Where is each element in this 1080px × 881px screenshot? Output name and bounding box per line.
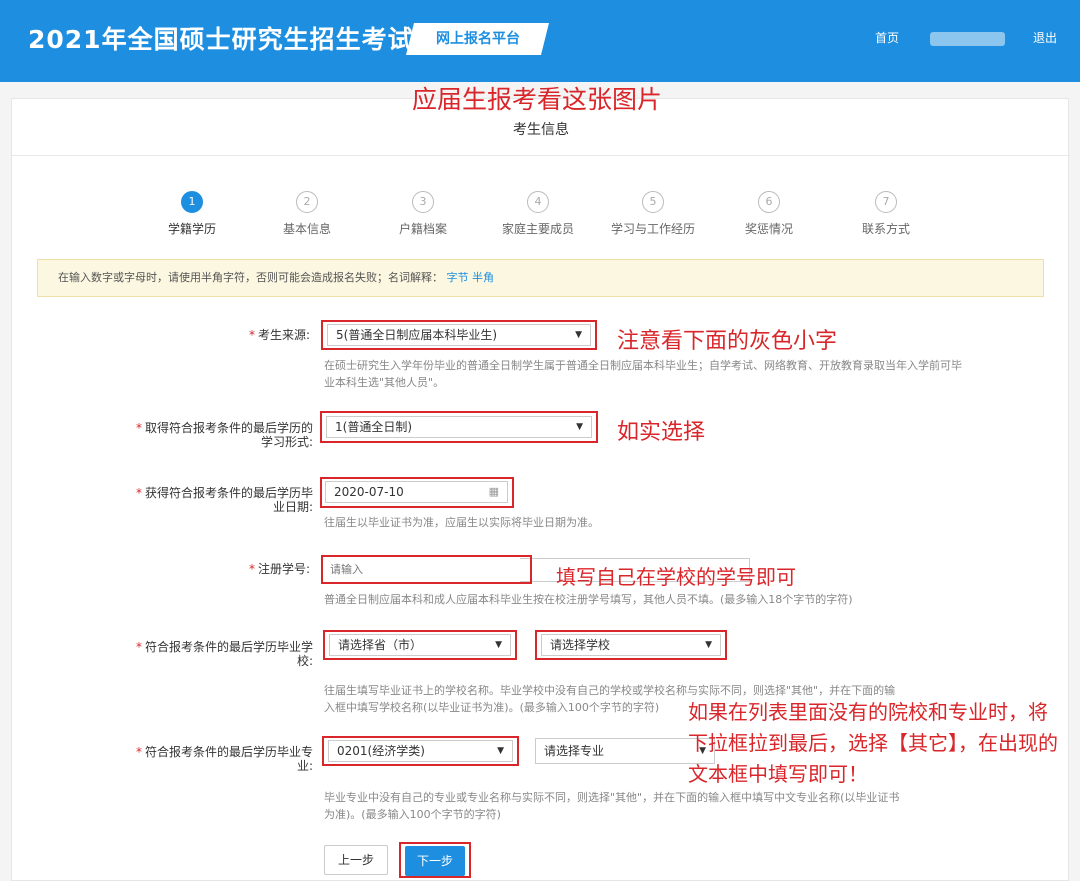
logout-link[interactable]: 退出 bbox=[1033, 29, 1057, 46]
step-number: 3 bbox=[412, 191, 434, 213]
school-select[interactable]: 请选择学校 ▼ bbox=[541, 634, 721, 656]
student-id-hint: 普通全日制应届本科和成人应届本科毕业生按在校注册学号填写，其他人员不填。(最多输… bbox=[324, 593, 853, 606]
notice-bar: 在输入数字或字母时，请使用半角字符，否则可能会造成报名失败；名词解释： 字节 半… bbox=[37, 259, 1044, 297]
major-hint: 毕业专业中没有自己的专业或专业名称与实际不同，则选择"其他"，并在下面的输入框中… bbox=[324, 791, 900, 821]
step-1[interactable]: 1 学籍学历 bbox=[142, 191, 242, 237]
chevron-down-icon: ▼ bbox=[576, 422, 583, 432]
step-number: 1 bbox=[181, 191, 203, 213]
school-label: * 符合报考条件的最后学历毕业学 校: bbox=[135, 640, 313, 668]
grad-date-hint: 往届生以毕业证书为准，应届生以实际将毕业日期为准。 bbox=[324, 516, 599, 529]
study-form-select[interactable]: 1(普通全日制) ▼ bbox=[326, 416, 592, 438]
platform-badge: 网上报名平台 bbox=[406, 23, 549, 55]
chevron-down-icon: ▼ bbox=[497, 746, 504, 756]
chevron-down-icon: ▼ bbox=[705, 640, 712, 650]
halfwidth-link[interactable]: 半角 bbox=[472, 271, 494, 284]
province-select[interactable]: 请选择省（市） ▼ bbox=[329, 634, 511, 656]
step-number: 2 bbox=[296, 191, 318, 213]
next-step-button[interactable]: 下一步 bbox=[405, 846, 465, 876]
card-divider bbox=[12, 155, 1070, 156]
step-2[interactable]: 2 基本信息 bbox=[257, 191, 357, 237]
site-title: 2021年全国硕士研究生招生考试 bbox=[28, 25, 414, 54]
byte-link[interactable]: 字节 bbox=[447, 271, 469, 284]
step-label: 户籍档案 bbox=[398, 222, 447, 236]
prev-step-button[interactable]: 上一步 bbox=[324, 845, 388, 875]
step-number: 7 bbox=[875, 191, 897, 213]
top-navbar: 2021年全国硕士研究生招生考试 网上报名平台 首页 退出 bbox=[0, 0, 1080, 82]
platform-label: 网上报名平台 bbox=[435, 31, 520, 47]
student-id-label: * 注册学号: bbox=[248, 562, 310, 576]
step-number: 4 bbox=[527, 191, 549, 213]
study-form-label: * 取得符合报考条件的最后学历的 学习形式: bbox=[135, 421, 313, 449]
step-label: 奖惩情况 bbox=[744, 222, 793, 236]
notice-text: 在输入数字或字母时，请使用半角字符，否则可能会造成报名失败；名词解释： bbox=[58, 271, 443, 284]
source-select[interactable]: 5(普通全日制应届本科毕业生) ▼ bbox=[327, 324, 591, 346]
major-category-select[interactable]: 0201(经济学类) ▼ bbox=[328, 740, 513, 762]
step-7[interactable]: 7 联系方式 bbox=[836, 191, 936, 237]
step-6[interactable]: 6 奖惩情况 bbox=[719, 191, 819, 237]
step-number: 5 bbox=[642, 191, 664, 213]
annotation-school-major: 如果在列表里面没有的院校和专业时，将下拉框拉到最后，选择【其它】，在出现的文本框… bbox=[688, 700, 1058, 786]
step-3[interactable]: 3 户籍档案 bbox=[373, 191, 473, 237]
chevron-down-icon: ▼ bbox=[495, 640, 502, 650]
grad-date-input[interactable]: 2020-07-10 ▦ bbox=[325, 481, 508, 503]
step-number: 6 bbox=[758, 191, 780, 213]
step-label: 联系方式 bbox=[861, 222, 910, 236]
step-label: 学习与工作经历 bbox=[610, 222, 695, 236]
chevron-down-icon: ▼ bbox=[575, 330, 582, 340]
calendar-icon: ▦ bbox=[488, 485, 499, 498]
major-label: * 符合报考条件的最后学历毕业专 业: bbox=[135, 745, 313, 773]
home-link[interactable]: 首页 bbox=[875, 29, 899, 46]
card-title: 考生信息 bbox=[513, 122, 569, 138]
source-hint: 在硕士研究生入学年份毕业的普通全日制学生属于普通全日制应届本科毕业生；自学考试、… bbox=[324, 359, 962, 389]
step-label: 学籍学历 bbox=[167, 222, 216, 236]
step-5[interactable]: 5 学习与工作经历 bbox=[603, 191, 703, 237]
user-name-redacted bbox=[930, 32, 1005, 46]
annotation-student-id: 填写自己在学校的学号即可 bbox=[556, 565, 796, 589]
source-label: * 考生来源: bbox=[248, 328, 310, 342]
step-label: 基本信息 bbox=[282, 222, 331, 236]
annotation-top: 应届生报考看这张图片 bbox=[412, 85, 663, 114]
grad-date-label: * 获得符合报考条件的最后学历毕 业日期: bbox=[135, 486, 313, 514]
step-label: 家庭主要成员 bbox=[501, 222, 574, 236]
student-id-input[interactable] bbox=[326, 559, 526, 580]
step-4[interactable]: 4 家庭主要成员 bbox=[488, 191, 588, 237]
annotation-source: 注意看下面的灰色小字 bbox=[617, 329, 838, 354]
annotation-study-form: 如实选择 bbox=[617, 420, 706, 445]
